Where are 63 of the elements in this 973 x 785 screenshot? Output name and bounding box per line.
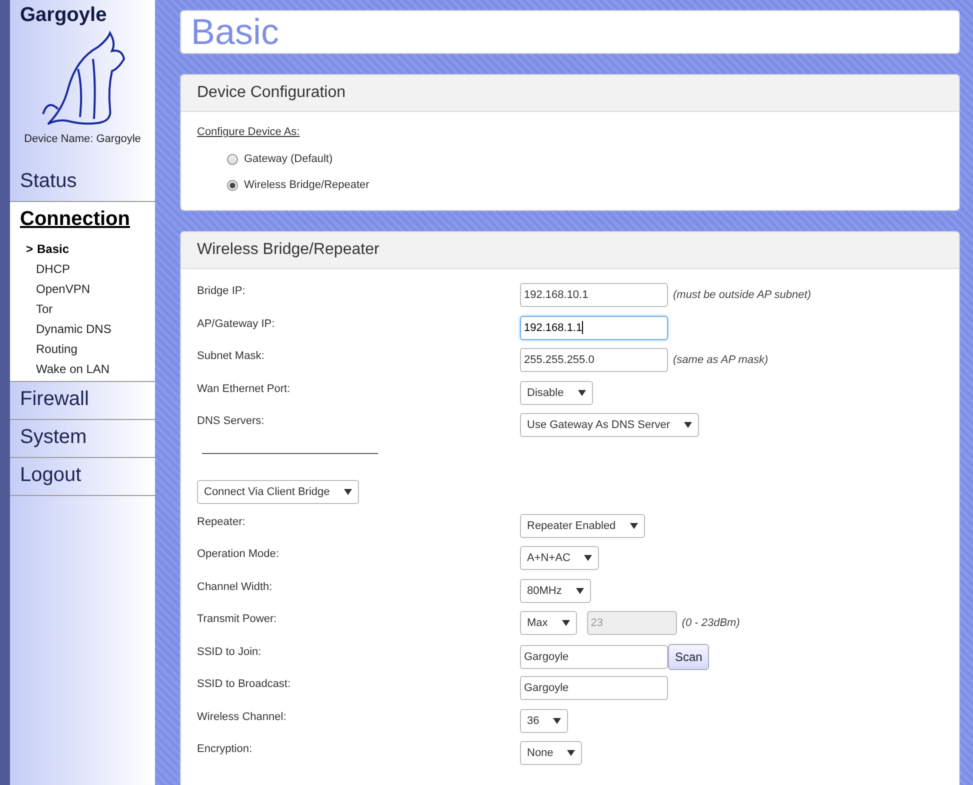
field-label: Operation Mode: (197, 547, 280, 560)
field-label: Subnet Mask: (197, 349, 266, 362)
field-hint: (must be outside AP subnet) (673, 289, 811, 301)
subnav-item[interactable]: DHCP (36, 262, 70, 276)
field-label: Bridge IP: (197, 284, 246, 297)
subnav-item[interactable]: Tor (36, 302, 53, 316)
field-label: SSID to Broadcast: (197, 677, 292, 690)
input-field[interactable]: Gargoyle (520, 676, 668, 700)
field-label: Encryption: (197, 742, 254, 755)
dropdown-arrow-icon (567, 750, 576, 756)
radio-button[interactable] (227, 180, 238, 190)
input-field[interactable]: Gargoyle (520, 644, 668, 668)
dropdown-arrow-icon (684, 422, 692, 428)
dropdown[interactable]: Use Gateway As DNS Server (520, 413, 700, 437)
dropdown-arrow-icon (553, 718, 562, 724)
nav-item[interactable]: Firewall (10, 382, 155, 419)
nav-item[interactable]: Status (10, 164, 155, 201)
dropdown[interactable]: Max (520, 611, 577, 635)
radio-label: Gateway (Default) (244, 153, 333, 165)
field-label: SSID to Join: (197, 644, 262, 658)
page-title: Basic (191, 11, 280, 53)
field-label: Transmit Power: (197, 612, 278, 625)
field-label: Configure Device As: (197, 126, 300, 138)
dropdown[interactable]: Repeater Enabled (520, 514, 645, 538)
dropdown[interactable]: 36 (520, 708, 568, 732)
dropdown[interactable]: 80MHz (520, 578, 591, 602)
dropdown[interactable]: Connect Via Client Bridge (197, 480, 359, 504)
dropdown-arrow-icon (562, 620, 570, 626)
input-field[interactable]: 255.255.255.0 (520, 348, 668, 372)
nav-item[interactable]: System (10, 420, 155, 457)
field-label: AP/Gateway IP: (197, 316, 276, 330)
current-marker: > (26, 242, 34, 256)
dropdown[interactable]: Disable (520, 380, 593, 404)
subnav-item[interactable]: Basic (37, 242, 70, 256)
field-label: Wireless Channel: (197, 710, 288, 722)
dropdown-arrow-icon (584, 555, 592, 561)
brand-title: Gargoyle (20, 4, 107, 27)
dropdown-arrow-icon (578, 390, 586, 396)
field-label: Repeater: (197, 514, 246, 528)
nav-item[interactable]: Connection (10, 202, 155, 239)
dropdown-arrow-icon (344, 488, 352, 494)
field-hint: (same as AP mask) (673, 354, 768, 366)
input-field[interactable]: 192.168.1.1 (520, 316, 668, 340)
subnav-item[interactable]: Routing (36, 342, 78, 356)
dropdown-arrow-icon (576, 588, 584, 594)
device-name: Device Name: Gargoyle (24, 133, 141, 145)
nav-item[interactable]: Logout (10, 458, 155, 495)
field-label: Channel Width: (197, 580, 274, 592)
field-hint: (0 - 23dBm) (682, 617, 740, 629)
dropdown[interactable]: None (520, 741, 582, 765)
radio-button[interactable] (227, 154, 238, 164)
subnav-item[interactable]: Dynamic DNS (36, 322, 112, 336)
section-title: Wireless Bridge/Repeater (197, 241, 380, 258)
subnav-item[interactable]: Wake on LAN (36, 362, 110, 376)
radio-label: Wireless Bridge/Repeater (244, 179, 370, 191)
dropdown-arrow-icon (630, 522, 638, 528)
field-label: Wan Ethernet Port: (197, 382, 292, 394)
scan-button[interactable]: Scan (668, 644, 710, 670)
subnav-item[interactable]: OpenVPN (36, 282, 90, 296)
dropdown[interactable]: A+N+AC (520, 546, 600, 570)
field-label: DNS Servers: (197, 414, 266, 427)
section-title: Device Configuration (197, 84, 346, 101)
input-field[interactable]: 192.168.10.1 (520, 283, 668, 307)
